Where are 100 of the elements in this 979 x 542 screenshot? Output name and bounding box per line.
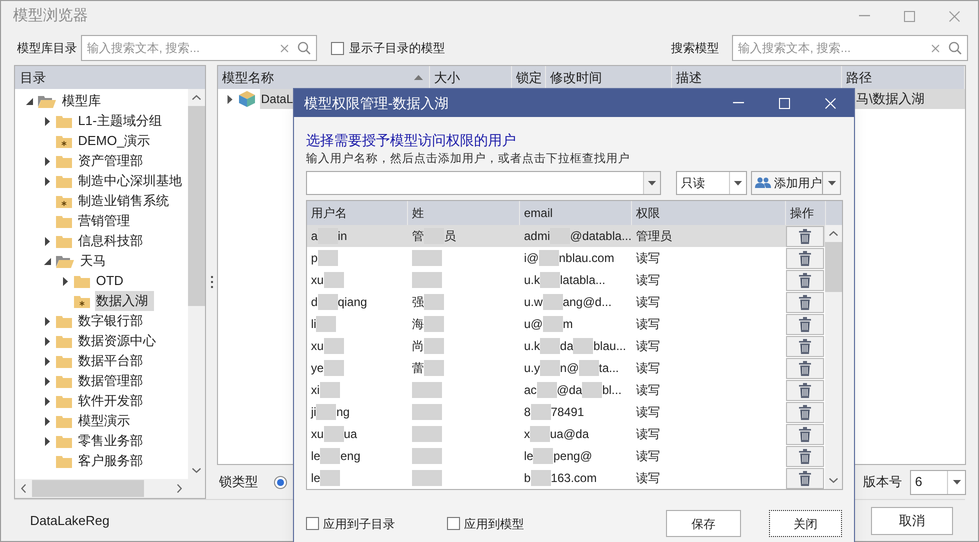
model-name[interactable]: DataL: [260, 89, 294, 109]
tree-item[interactable]: DEMO_演示: [77, 131, 156, 151]
delete-button[interactable]: [786, 402, 824, 422]
tree-item[interactable]: 数据入湖: [95, 291, 154, 311]
add-user-button[interactable]: 添加用户: [751, 171, 823, 195]
tree-item[interactable]: 数字银行部: [77, 311, 149, 331]
search-icon[interactable]: [297, 41, 311, 55]
delete-button[interactable]: [786, 468, 824, 488]
version-select[interactable]: 6: [910, 470, 966, 494]
delete-button[interactable]: [786, 292, 824, 312]
scrollbar[interactable]: [188, 89, 205, 479]
clear-icon[interactable]: [280, 44, 289, 52]
table-row[interactable]: a in 管 员 admi @databla... 管理员: [307, 225, 825, 247]
splitter-handle-icon[interactable]: [210, 276, 212, 288]
delete-button[interactable]: [786, 424, 824, 444]
column-header[interactable]: 路径: [846, 68, 872, 88]
tree-item[interactable]: 客户服务部: [77, 451, 149, 471]
expand-arrow-icon[interactable]: [44, 316, 50, 326]
scrollbar[interactable]: [15, 479, 205, 498]
delete-button[interactable]: [786, 270, 824, 290]
sort-ascending-icon[interactable]: [414, 75, 423, 80]
minimize-icon[interactable]: [733, 102, 744, 104]
delete-button[interactable]: [786, 336, 824, 356]
column-header[interactable]: 姓: [412, 204, 424, 222]
tree-item[interactable]: 营销管理: [77, 211, 136, 231]
search-icon[interactable]: [948, 41, 962, 55]
close-button[interactable]: 关闭: [769, 510, 842, 537]
column-header[interactable]: 大小: [434, 68, 460, 88]
expand-arrow-icon[interactable]: [226, 94, 234, 104]
tree-item[interactable]: 制造业销售系统: [77, 191, 175, 211]
collapse-arrow-icon[interactable]: [26, 98, 32, 104]
expand-arrow-icon[interactable]: [44, 116, 50, 126]
search-input[interactable]: 输入搜索文本, 搜索...: [738, 39, 923, 57]
expand-arrow-icon[interactable]: [44, 356, 50, 366]
expand-arrow-icon[interactable]: [44, 416, 50, 426]
caret-icon[interactable]: [648, 180, 656, 186]
column-header[interactable]: 操作: [790, 204, 814, 222]
table-row[interactable]: xu u.k latabla... 读写: [307, 269, 825, 291]
dropdown-button[interactable]: [823, 171, 841, 195]
table-row[interactable]: li 海 u@ m 读写: [307, 313, 825, 335]
caret-icon[interactable]: [952, 480, 960, 484]
column-header[interactable]: 模型名称: [222, 68, 274, 88]
search-field[interactable]: 输入搜索文本, 搜索...: [81, 35, 317, 61]
tree-item[interactable]: L1-主题域分组: [77, 111, 168, 131]
expand-arrow-icon[interactable]: [44, 436, 50, 446]
tree-item[interactable]: 数据管理部: [77, 371, 149, 391]
clear-icon[interactable]: [931, 44, 940, 52]
checkbox[interactable]: [331, 42, 344, 54]
save-button[interactable]: 保存: [666, 510, 741, 537]
tree-item[interactable]: 制造中心深圳基地: [77, 171, 188, 191]
table-row[interactable]: le b 163.com 读写: [307, 467, 825, 489]
scrollbar[interactable]: [825, 225, 842, 489]
permission-select[interactable]: 只读: [676, 171, 747, 195]
tree-item[interactable]: 资产管理部: [77, 151, 149, 171]
radio-button[interactable]: [274, 476, 287, 488]
tree-item[interactable]: 信息科技部: [77, 231, 149, 251]
tree-item[interactable]: 软件开发部: [77, 391, 149, 411]
delete-button[interactable]: [786, 446, 824, 466]
delete-button[interactable]: [786, 226, 824, 246]
column-header[interactable]: 权限: [636, 204, 660, 222]
table-row[interactable]: le eng le peng@ 读写: [307, 445, 825, 467]
tree-item[interactable]: OTD: [95, 271, 130, 291]
table-row[interactable]: xi ac @da bl... 读写: [307, 379, 825, 401]
expand-arrow-icon[interactable]: [44, 396, 50, 406]
tree-item[interactable]: 模型演示: [77, 411, 136, 431]
table-row[interactable]: ji ng 8 78491 读写: [307, 401, 825, 423]
column-header[interactable]: 修改时间: [550, 68, 602, 88]
tree-item[interactable]: 零售业务部: [77, 431, 149, 451]
expand-arrow-icon[interactable]: [44, 176, 50, 186]
tree-item[interactable]: 数据资源中心: [77, 331, 162, 351]
expand-arrow-icon[interactable]: [44, 376, 50, 386]
table-row[interactable]: d qiang 强 u.w ang@d... 读写: [307, 291, 825, 313]
scrollbar-thumb[interactable]: [188, 106, 205, 306]
delete-button[interactable]: [786, 358, 824, 378]
checkbox[interactable]: [447, 517, 460, 530]
table-row[interactable]: ye 蕾 u.y n@ ta... 读写: [307, 357, 825, 379]
table-row[interactable]: xu 尚 u.k da blau... 读写: [307, 335, 825, 357]
caret-icon[interactable]: [734, 180, 742, 186]
expand-arrow-icon[interactable]: [44, 336, 50, 346]
column-header[interactable]: 用户名: [311, 204, 347, 222]
checkbox[interactable]: [306, 517, 319, 530]
delete-button[interactable]: [786, 380, 824, 400]
table-row[interactable]: p i@ nblau.com 读写: [307, 247, 825, 269]
expand-arrow-icon[interactable]: [44, 156, 50, 166]
collapse-arrow-icon[interactable]: [44, 258, 50, 264]
delete-button[interactable]: [786, 314, 824, 334]
expand-arrow-icon[interactable]: [44, 236, 50, 246]
tree-item[interactable]: 天马: [79, 251, 112, 271]
cancel-button[interactable]: 取消: [871, 506, 953, 534]
expand-arrow-icon[interactable]: [62, 276, 68, 286]
search-field[interactable]: 输入搜索文本, 搜索...: [732, 35, 968, 61]
search-input[interactable]: 输入搜索文本, 搜索...: [87, 39, 272, 57]
column-header[interactable]: email: [524, 204, 553, 222]
column-header[interactable]: 锁定: [516, 68, 542, 88]
scrollbar-thumb[interactable]: [32, 480, 144, 497]
table-row[interactable]: xu ua x ua@da 读写: [307, 423, 825, 445]
tree-item[interactable]: 模型库: [61, 91, 107, 111]
column-header[interactable]: 描述: [676, 68, 702, 88]
scrollbar-thumb[interactable]: [825, 242, 842, 292]
tree-item[interactable]: 数据平台部: [77, 351, 149, 371]
